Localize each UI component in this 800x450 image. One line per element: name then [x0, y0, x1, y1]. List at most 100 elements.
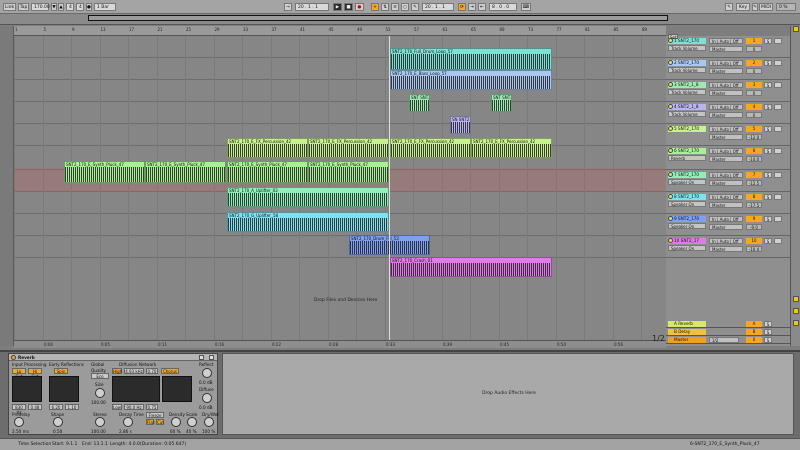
track-volume[interactable]: 0 — [746, 90, 762, 96]
audio-clip[interactable]: SNT2_170_E_FX_Percussion_42 — [308, 138, 389, 158]
nudge-down-button[interactable]: ▼ — [51, 3, 57, 11]
automation-chooser[interactable]: Track Volume — [668, 89, 706, 95]
solo-button[interactable]: S — [764, 172, 772, 178]
tap-tempo-button[interactable]: Tap — [18, 3, 29, 11]
arm-button[interactable] — [774, 216, 782, 222]
track-activator-icon[interactable] — [668, 238, 673, 243]
track-header[interactable]: 1 SNT2_170 Track Volume In | Auto | Off Mas… — [666, 36, 790, 58]
arm-button[interactable] — [774, 172, 782, 178]
low-toggle[interactable]: Low — [112, 404, 122, 410]
capture-button[interactable]: ≡ — [391, 3, 399, 11]
solo-button[interactable]: S — [764, 337, 772, 343]
time-ruler-bottom[interactable]: 0:00 0:05 0:11 0:16 0:22 0:28 0:33 0:39 0:45 0:50… — [14, 340, 666, 348]
output-chooser[interactable]: Master — [709, 90, 743, 96]
return-number[interactable]: B — [746, 329, 762, 335]
audio-clip[interactable]: SNT2_170_E_FX_Percussion_42 — [471, 138, 552, 158]
device-on-icon[interactable] — [11, 355, 16, 360]
audio-clip[interactable]: SNT SNT2 — [491, 94, 512, 112]
solo-button[interactable]: S — [764, 194, 772, 200]
track-activator-icon[interactable] — [668, 216, 673, 221]
arm-button[interactable] — [774, 38, 782, 44]
stereo-knob[interactable] — [95, 417, 105, 427]
track-name[interactable]: 10 SNT2_17 — [668, 238, 706, 244]
audio-clip[interactable]: SNT2_170_E_Synth_Pluck_47 — [227, 161, 308, 183]
scale-knob[interactable] — [187, 417, 197, 427]
audio-clip[interactable]: SNT2_170_E_Synth_Pluck_47 — [308, 161, 389, 183]
punch-in-button[interactable]: ⇥ — [468, 3, 476, 11]
predelay-knob[interactable] — [14, 417, 24, 427]
quality-select[interactable]: Eco — [91, 373, 109, 379]
track-volume[interactable]: -12.5 — [746, 180, 762, 186]
link-button[interactable]: Link — [3, 3, 16, 11]
track-activator-icon[interactable] — [668, 172, 673, 177]
track-name[interactable]: 7 SNT2_170 — [668, 172, 706, 178]
spin-amount[interactable]: 1.10 — [65, 404, 79, 410]
diffusion-display[interactable] — [112, 376, 160, 402]
return-name[interactable]: Master — [668, 337, 706, 343]
automation-chooser[interactable]: Track Volume — [668, 67, 706, 73]
track-volume[interactable]: -12.0 — [746, 134, 762, 140]
spin-toggle[interactable]: Spin — [54, 368, 68, 374]
output-chooser[interactable]: Master — [709, 224, 743, 230]
track-header[interactable]: 6 SNT2_170 Reverb In | Auto | Off Master 6 S -… — [666, 146, 790, 170]
automation-chooser[interactable]: Speaker On — [668, 223, 706, 229]
input-chooser[interactable]: In | Auto | Off — [709, 126, 743, 132]
overview-visible-range[interactable] — [88, 15, 668, 21]
track-header[interactable]: 10 SNT2_17 Speaker On In | Auto | Off Maste… — [666, 236, 790, 258]
density-knob[interactable] — [171, 417, 181, 427]
track-lane[interactable] — [14, 102, 666, 124]
high-ratio[interactable]: 0.70 — [146, 368, 158, 374]
return-name[interactable]: B Delay — [668, 329, 706, 335]
arm-button[interactable] — [774, 104, 782, 110]
set-button[interactable]: Set — [668, 34, 678, 40]
arm-button[interactable] — [774, 60, 782, 66]
output-chooser[interactable]: Master — [709, 134, 743, 140]
diffuse-knob[interactable] — [202, 393, 212, 403]
track-activator-icon[interactable] — [668, 60, 673, 65]
audio-clip[interactable]: SNT2_170_E_Bass_Loop_57 — [390, 70, 552, 90]
midi-map-icon[interactable]: ✎ — [752, 3, 758, 11]
audio-effects-drop-zone[interactable]: Drop Audio Effects Here — [222, 353, 794, 435]
return-track[interactable]: B Delay B S — [666, 328, 790, 336]
solo-button[interactable]: S — [764, 216, 772, 222]
input-chooser[interactable]: In | Auto | Off — [709, 148, 743, 154]
metronome-button[interactable]: ● — [86, 3, 92, 11]
tempo-field[interactable]: 170.00 — [31, 3, 50, 11]
solo-button[interactable]: S — [764, 104, 772, 110]
output-chooser[interactable]: Master — [709, 68, 743, 74]
cut-toggle[interactable]: Cut — [156, 419, 164, 425]
punch-out-button[interactable]: ⇤ — [478, 3, 486, 11]
input-chooser[interactable]: In | Auto | Off — [709, 172, 743, 178]
low-freq[interactable]: 90.0 Hz — [124, 404, 144, 410]
device-save-icon[interactable] — [199, 355, 204, 360]
track-volume[interactable]: 0 — [746, 46, 762, 52]
shape-knob[interactable] — [53, 417, 63, 427]
track-number[interactable]: 4 — [746, 104, 762, 110]
track-name[interactable]: 5 SNT2_170 — [668, 126, 706, 132]
track-activator-icon[interactable] — [668, 194, 673, 199]
track-number[interactable]: 8 — [746, 194, 762, 200]
input-filter-display[interactable] — [12, 376, 42, 402]
session-record-button[interactable]: ○ — [401, 3, 409, 11]
track-number[interactable]: 2 — [746, 60, 762, 66]
return-number[interactable]: 0 — [746, 337, 762, 343]
return-track[interactable]: A Reverb A S — [666, 320, 790, 328]
spin-display[interactable] — [49, 376, 79, 402]
track-lane[interactable] — [14, 236, 666, 258]
reflect-knob[interactable] — [202, 368, 212, 378]
lo-cut-toggle[interactable]: Lo Cut — [12, 368, 26, 379]
hi-cut-toggle[interactable]: Hi Cut — [28, 368, 42, 379]
midi-map-button[interactable]: MIDI — [759, 3, 773, 11]
audio-clip[interactable]: SNT2_170_E_Synth_Pluck_47 — [145, 161, 226, 183]
chorus-toggle[interactable]: Chorus — [161, 368, 179, 374]
track-volume[interactable]: -14.0 — [746, 156, 762, 162]
decay-knob[interactable] — [123, 417, 133, 427]
output-chooser[interactable]: Master — [709, 202, 743, 208]
audio-clip[interactable]: SNT2_170_A_Uplifter_03 — [227, 187, 389, 207]
chorus-display[interactable] — [162, 376, 192, 402]
track-activator-icon[interactable] — [668, 148, 673, 153]
loop-switch-button[interactable]: ⟳ — [458, 3, 466, 11]
arm-button[interactable] — [774, 148, 782, 154]
lo-cut-q[interactable]: 0.48 — [28, 404, 42, 410]
track-volume[interactable]: -9.0 — [746, 224, 762, 230]
